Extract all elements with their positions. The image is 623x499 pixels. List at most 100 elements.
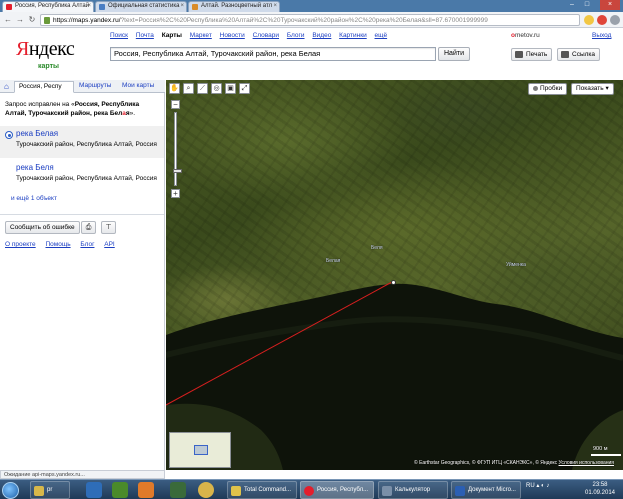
result-item-1[interactable]: река Белая Турочакский район, Республика… [0, 126, 164, 158]
about-link[interactable]: О проекте [5, 241, 36, 248]
traffic-button[interactable]: Пробки [528, 83, 568, 95]
taskbar-item-calculator[interactable]: Калькулятор [378, 481, 448, 499]
help-link[interactable]: Помощь [45, 241, 70, 248]
overview-minimap[interactable] [169, 432, 231, 468]
system-tray[interactable]: RU ▴ ◐ ♪ [526, 482, 549, 489]
close-window-button[interactable]: × [600, 0, 620, 10]
nav-video[interactable]: Видео [312, 32, 331, 39]
map-copyright: © Earthstar Geographics, © ФГУП ИТЦ «СКА… [414, 460, 614, 466]
close-tab-icon[interactable]: × [87, 3, 91, 9]
nav-news[interactable]: Новости [220, 32, 245, 39]
tab-routes[interactable]: Маршруты [79, 82, 111, 89]
report-error-button[interactable]: Сообщить об ошибке [5, 221, 80, 234]
location-marker-icon[interactable] [391, 280, 396, 285]
layers-icon[interactable]: ▣ [225, 83, 236, 94]
menu-icon[interactable] [610, 15, 620, 25]
nav-search[interactable]: Поиск [110, 32, 128, 39]
result-title[interactable]: река Белая [16, 129, 58, 138]
browser-tab-3[interactable]: Алтай. Разноцветный атл × [188, 1, 280, 12]
start-button[interactable] [2, 482, 19, 499]
yandex-favicon-icon [6, 4, 12, 10]
zoom-in-icon[interactable]: − [171, 100, 180, 109]
print-icon[interactable]: ⎙ [81, 221, 96, 234]
star-icon[interactable] [584, 15, 594, 25]
traffic-label: Пробки [540, 85, 563, 92]
minimap-viewport[interactable] [194, 445, 208, 455]
nav-images[interactable]: Картинки [339, 32, 367, 39]
browser-tab-bar: Россия, Республика Алтай × Официальная с… [0, 0, 623, 12]
tab-search-result[interactable]: Россия, Респу [14, 81, 74, 93]
zoom-track[interactable] [173, 112, 182, 186]
pin-icon[interactable]: ⊤ [101, 221, 116, 234]
hand-tool-icon[interactable]: ✋ [169, 83, 180, 94]
system-clock[interactable]: 23:58 01.09.2014 [582, 482, 618, 497]
panorama-icon[interactable]: ◎ [211, 83, 222, 94]
taskbar-item-folder[interactable]: pr [30, 481, 70, 499]
satellite-map[interactable]: Белая Беля Уйменка ✋ ⌕ ⟋ ◎ ▣ ⤢ − + Пробк… [166, 80, 623, 470]
zoom-out-icon[interactable]: + [171, 189, 180, 198]
left-panel: ⌂ Россия, Респу Маршруты Мои карты Запро… [0, 80, 165, 470]
user-brand[interactable]: ometov.ru [511, 32, 540, 39]
result-item-2[interactable]: река Беля Турочакский район, Республика … [0, 160, 164, 192]
magnifier-icon[interactable]: ⌕ [183, 83, 194, 94]
nav-market[interactable]: Маркет [190, 32, 212, 39]
chevron-down-icon: ▾ [605, 85, 609, 92]
nav-dictionaries[interactable]: Словари [253, 32, 279, 39]
calculator-icon [382, 486, 392, 496]
correction-suffix: ». [129, 109, 136, 117]
link-button[interactable]: Ссылка [557, 48, 601, 61]
back-arrow-icon[interactable]: ← [3, 15, 13, 25]
explorer-icon[interactable] [86, 482, 102, 498]
find-button[interactable]: Найти [438, 47, 470, 61]
app-icon[interactable] [170, 482, 186, 498]
address-bar[interactable]: https://maps.yandex.ru/?text=Россия%2C%2… [40, 14, 580, 26]
tray-icons[interactable]: ▴ ◐ ♪ [536, 483, 549, 489]
aimp-icon[interactable] [198, 482, 214, 498]
selected-radio-icon[interactable] [5, 131, 13, 139]
windows-taskbar: pr Total Command... Россия, Республ... К… [0, 479, 623, 499]
river-label: Уйменка [506, 262, 526, 268]
logo-text: ндекс [28, 38, 75, 60]
tab-my-maps[interactable]: Мои карты [122, 82, 154, 89]
browser-tab-2[interactable]: Официальная статистика × [95, 1, 187, 12]
result-subtitle: Турочакский район, Республика Алтай, Рос… [16, 141, 157, 148]
scale-label: 900 м [593, 446, 608, 452]
exit-link[interactable]: Выход [592, 32, 611, 39]
show-layers-dropdown[interactable]: Показать ▾ [571, 83, 614, 95]
fullscreen-icon[interactable]: ⤢ [239, 83, 250, 94]
more-results-link[interactable]: и ещё 1 объект [11, 195, 57, 202]
zoom-slider[interactable]: − + [171, 100, 182, 198]
close-tab-icon[interactable]: × [180, 3, 184, 9]
scale-bar [591, 454, 621, 456]
minimize-button[interactable]: – [565, 0, 579, 10]
language-indicator[interactable]: RU [526, 483, 535, 489]
extension-icon[interactable] [597, 15, 607, 25]
taskbar-item-chrome[interactable]: Россия, Республ... [300, 481, 374, 499]
blog-link[interactable]: Блог [80, 241, 94, 248]
print-button[interactable]: Печать [511, 48, 553, 61]
browser-tab-1[interactable]: Россия, Республика Алтай × [2, 1, 94, 12]
taskbar-label: Калькулятор [395, 487, 431, 493]
nav-blogs[interactable]: Блоги [287, 32, 305, 39]
taskbar-item-word[interactable]: Документ Micro... [451, 481, 521, 499]
close-tab-icon[interactable]: × [273, 3, 277, 9]
nav-more[interactable]: ещё [375, 32, 388, 39]
taskbar-item-totalcmd[interactable]: Total Command... [227, 481, 297, 499]
maximize-button[interactable]: □ [580, 0, 594, 10]
nav-mail[interactable]: Почта [136, 32, 154, 39]
api-link[interactable]: API [104, 241, 114, 248]
home-icon[interactable]: ⌂ [4, 83, 11, 91]
clock-date: 01.09.2014 [584, 489, 616, 496]
reload-icon[interactable]: ↻ [27, 15, 37, 25]
url-host: https://maps.yandex.ru/ [53, 17, 121, 24]
search-input[interactable]: Россия, Республика Алтай, Турочакский ра… [110, 47, 436, 61]
terms-link[interactable]: Условия использования [559, 460, 615, 466]
firefox-icon[interactable] [138, 482, 154, 498]
link-label: Ссылка [572, 51, 596, 58]
yandex-logo[interactable]: Яндекс [16, 38, 75, 61]
media-icon[interactable] [112, 482, 128, 498]
zoom-handle[interactable] [173, 169, 182, 173]
forward-arrow-icon[interactable]: → [15, 15, 25, 25]
result-title[interactable]: река Беля [16, 163, 54, 172]
ruler-icon[interactable]: ⟋ [197, 83, 208, 94]
